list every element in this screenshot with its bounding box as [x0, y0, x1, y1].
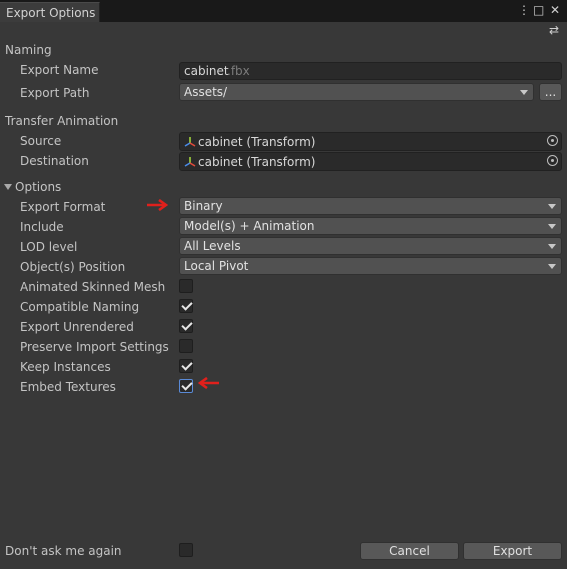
export-name-value: cabinet	[184, 64, 229, 78]
chevron-down-icon	[548, 244, 556, 249]
checkbox-label-compatible-naming: Compatible Naming	[20, 300, 140, 314]
title-bar: Export Options ⋮ □ ✕	[0, 0, 567, 22]
checkbox-keep-instances[interactable]	[179, 359, 193, 373]
object-picker-icon[interactable]	[547, 155, 558, 166]
object-picker-icon[interactable]	[547, 135, 558, 146]
checkbox-label-preserve-import-settings: Preserve Import Settings	[20, 340, 169, 354]
export-options-window: Export Options ⋮ □ ✕ ⇄ Naming Export Nam…	[0, 0, 567, 569]
dont-ask-label: Don't ask me again	[5, 544, 122, 558]
chevron-down-icon	[548, 224, 556, 229]
export-name-field[interactable]: cabinet .fbx	[179, 62, 562, 80]
export-format-label: Export Format	[20, 200, 106, 214]
checkbox-animated-skinned-mesh[interactable]	[179, 279, 193, 293]
window-tab[interactable]: Export Options	[0, 2, 100, 22]
browse-button[interactable]: ...	[539, 83, 562, 101]
checkbox-label-embed-textures: Embed Textures	[20, 380, 116, 394]
options-header[interactable]: Options	[15, 180, 61, 194]
include-value: Model(s) + Animation	[184, 219, 315, 233]
chevron-down-icon	[548, 204, 556, 209]
transform-icon	[184, 157, 196, 167]
foldout-triangle-icon[interactable]	[4, 184, 12, 190]
dont-ask-checkbox[interactable]	[179, 543, 193, 557]
object-position-dropdown[interactable]: Local Pivot	[179, 257, 562, 275]
export-format-dropdown[interactable]: Binary	[179, 197, 562, 215]
checkbox-export-unrendered[interactable]	[179, 319, 193, 333]
source-field[interactable]: cabinet (Transform)	[179, 132, 562, 151]
export-path-label: Export Path	[20, 86, 90, 100]
chevron-down-icon	[548, 264, 556, 269]
lod-level-label: LOD level	[20, 240, 78, 254]
close-icon[interactable]: ✕	[550, 3, 560, 17]
destination-label: Destination	[20, 154, 89, 168]
export-button[interactable]: Export	[463, 542, 562, 560]
checkbox-preserve-import-settings[interactable]	[179, 339, 193, 353]
window-title: Export Options	[6, 6, 96, 20]
checkbox-embed-textures[interactable]	[179, 379, 193, 393]
include-label: Include	[20, 220, 64, 234]
checkbox-compatible-naming[interactable]	[179, 299, 193, 313]
checkbox-label-export-unrendered: Export Unrendered	[20, 320, 134, 334]
export-path-dropdown[interactable]: Assets/	[179, 83, 534, 101]
lod-level-dropdown[interactable]: All Levels	[179, 237, 562, 255]
export-name-extension: .fbx	[227, 64, 250, 78]
source-value: cabinet (Transform)	[198, 135, 316, 149]
transform-icon	[184, 137, 196, 147]
object-position-label: Object(s) Position	[20, 260, 126, 274]
settings-icon[interactable]: ⇄	[549, 23, 559, 37]
annotation-arrow-icon	[147, 199, 168, 211]
include-dropdown[interactable]: Model(s) + Animation	[179, 217, 562, 235]
more-menu-icon[interactable]: ⋮	[518, 3, 530, 17]
naming-header: Naming	[5, 43, 52, 57]
export-format-value: Binary	[184, 199, 223, 213]
object-position-value: Local Pivot	[184, 259, 249, 273]
destination-value: cabinet (Transform)	[198, 155, 316, 169]
maximize-icon[interactable]: □	[533, 3, 544, 17]
export-path-value: Assets/	[184, 85, 228, 99]
checkbox-label-animated-skinned-mesh: Animated Skinned Mesh	[20, 280, 166, 294]
cancel-button[interactable]: Cancel	[360, 542, 459, 560]
annotation-arrow-icon	[198, 377, 219, 389]
chevron-down-icon	[520, 90, 528, 95]
checkbox-label-keep-instances: Keep Instances	[20, 360, 111, 374]
lod-level-value: All Levels	[184, 239, 241, 253]
transfer-animation-header: Transfer Animation	[5, 114, 119, 128]
source-label: Source	[20, 134, 62, 148]
export-name-label: Export Name	[20, 63, 99, 77]
destination-field[interactable]: cabinet (Transform)	[179, 152, 562, 171]
